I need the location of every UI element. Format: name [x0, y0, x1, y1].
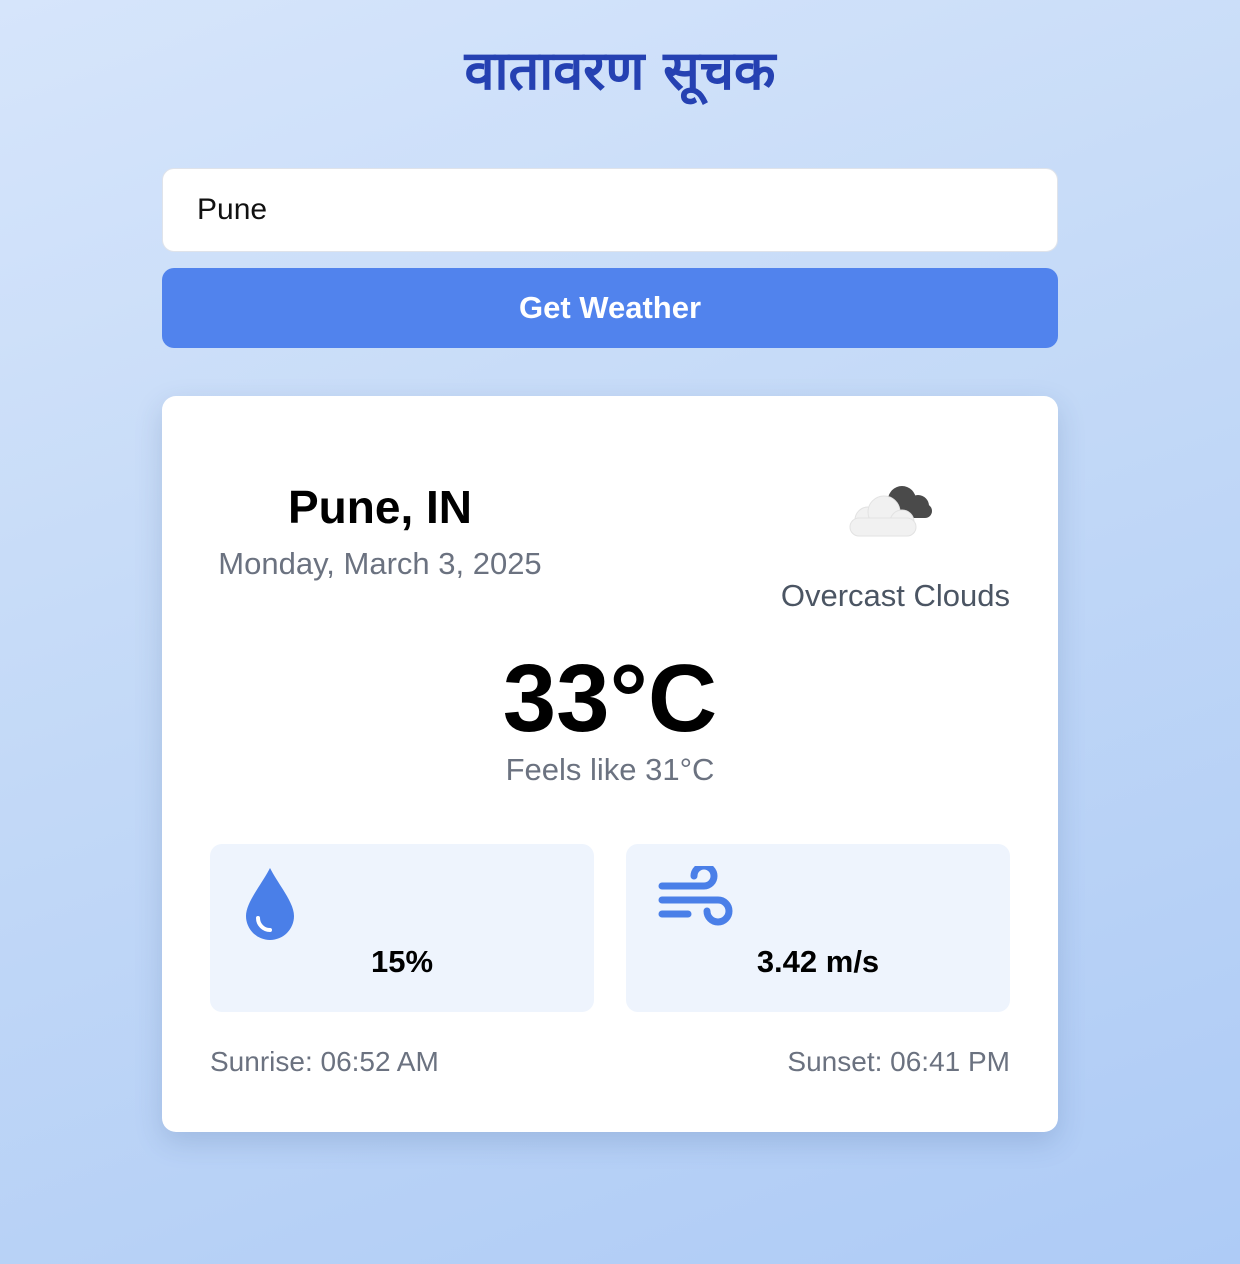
sunset-time: Sunset: 06:41 PM — [787, 1046, 1010, 1077]
city-search-input[interactable] — [162, 168, 1058, 252]
get-weather-button[interactable]: Get Weather — [162, 268, 1058, 348]
feels-like: Feels like 31°C — [505, 752, 715, 787]
wind-box: 3.42 m/s — [626, 844, 1010, 1012]
weather-condition: Overcast Clouds — [780, 578, 1010, 613]
weather-card: Pune, IN Monday, March 3, 2025 Overcast … — [162, 396, 1058, 1132]
water-drop-icon — [242, 866, 298, 947]
app-title: वातावरण सूचक — [464, 39, 776, 102]
humidity-box: 15% — [210, 844, 594, 1012]
current-date: Monday, March 3, 2025 — [218, 546, 542, 581]
temperature: 33°C — [502, 645, 718, 752]
overcast-cloud-icon — [840, 468, 940, 548]
location-name: Pune, IN — [287, 481, 473, 533]
wind-icon — [658, 862, 734, 935]
wind-value: 3.42 m/s — [756, 944, 880, 979]
sunrise-time: Sunrise: 06:52 AM — [210, 1046, 439, 1077]
humidity-value: 15% — [370, 944, 434, 979]
